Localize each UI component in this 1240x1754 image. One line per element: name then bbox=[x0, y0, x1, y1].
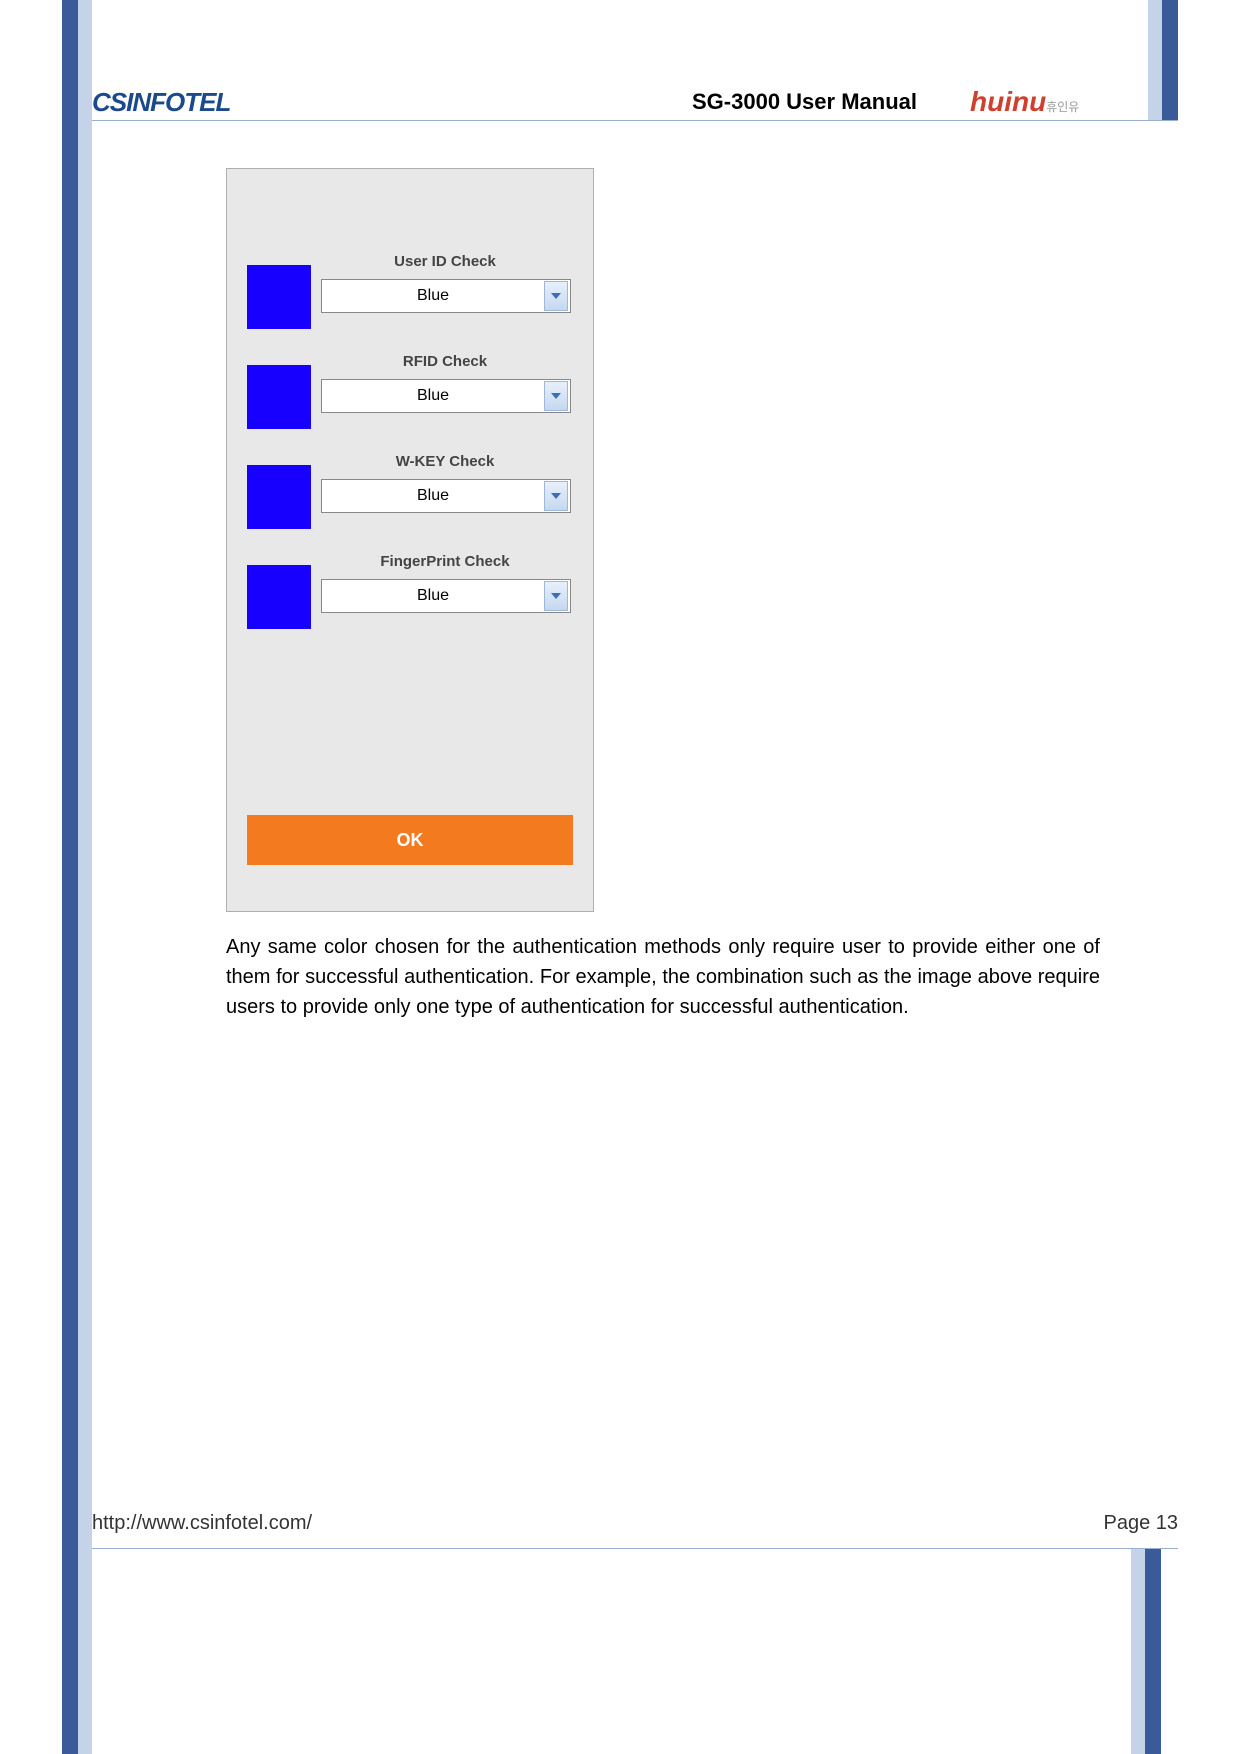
logo-infotel: INFOTEL bbox=[126, 87, 230, 117]
user-id-dropdown-value: Blue bbox=[322, 287, 544, 305]
page-border-right-bottom-inner bbox=[1131, 1548, 1145, 1754]
wkey-dropdown[interactable]: Blue bbox=[321, 479, 571, 513]
footer-page-label: Page bbox=[1103, 1512, 1155, 1534]
page-footer: http://www.csinfotel.com/ Page 13 bbox=[92, 1512, 1178, 1535]
chevron-down-icon[interactable] bbox=[544, 481, 568, 511]
user-id-check-group: User ID Check Blue bbox=[247, 253, 573, 333]
logo-csinfotel: CSINFOTEL bbox=[92, 87, 230, 118]
page-border-right-bottom-outer bbox=[1145, 1548, 1161, 1754]
user-id-check-label: User ID Check bbox=[317, 253, 573, 270]
wkey-check-label: W-KEY Check bbox=[317, 453, 573, 470]
ok-button[interactable]: OK bbox=[247, 815, 573, 865]
logo-huinu: huinu휴인유 bbox=[970, 86, 1079, 118]
footer-page: Page 13 bbox=[1103, 1512, 1178, 1535]
page-border-left-outer bbox=[62, 0, 78, 1754]
wkey-color-swatch bbox=[247, 465, 311, 529]
footer-divider bbox=[92, 1548, 1178, 1549]
app-screenshot-panel: User ID Check Blue RFID Check Blue W-KEY… bbox=[226, 168, 594, 912]
body-paragraph: Any same color chosen for the authentica… bbox=[226, 932, 1100, 1022]
wkey-check-group: W-KEY Check Blue bbox=[247, 453, 573, 533]
rfid-dropdown[interactable]: Blue bbox=[321, 379, 571, 413]
chevron-down-icon[interactable] bbox=[544, 381, 568, 411]
chevron-down-icon[interactable] bbox=[544, 581, 568, 611]
page-title: SG-3000 User Manual bbox=[692, 89, 917, 115]
page-border-left-inner bbox=[78, 0, 92, 1754]
fingerprint-check-label: FingerPrint Check bbox=[317, 553, 573, 570]
fingerprint-dropdown-value: Blue bbox=[322, 587, 544, 605]
fingerprint-color-swatch bbox=[247, 565, 311, 629]
page-header: CSINFOTEL SG-3000 User Manual huinu휴인유 bbox=[92, 82, 1178, 122]
user-id-color-swatch bbox=[247, 265, 311, 329]
user-id-dropdown[interactable]: Blue bbox=[321, 279, 571, 313]
rfid-check-group: RFID Check Blue bbox=[247, 353, 573, 433]
header-divider bbox=[92, 120, 1178, 121]
ok-button-label: OK bbox=[397, 830, 424, 851]
wkey-dropdown-value: Blue bbox=[322, 487, 544, 505]
footer-url: http://www.csinfotel.com/ bbox=[92, 1512, 312, 1535]
rfid-check-label: RFID Check bbox=[317, 353, 573, 370]
fingerprint-dropdown[interactable]: Blue bbox=[321, 579, 571, 613]
logo-huinu-suffix: 휴인유 bbox=[1046, 100, 1079, 114]
fingerprint-check-group: FingerPrint Check Blue bbox=[247, 553, 573, 633]
rfid-dropdown-value: Blue bbox=[322, 387, 544, 405]
rfid-color-swatch bbox=[247, 365, 311, 429]
footer-page-number: 13 bbox=[1156, 1512, 1178, 1534]
chevron-down-icon[interactable] bbox=[544, 281, 568, 311]
logo-cs: CS bbox=[92, 87, 126, 117]
logo-huinu-main: huinu bbox=[970, 86, 1046, 117]
